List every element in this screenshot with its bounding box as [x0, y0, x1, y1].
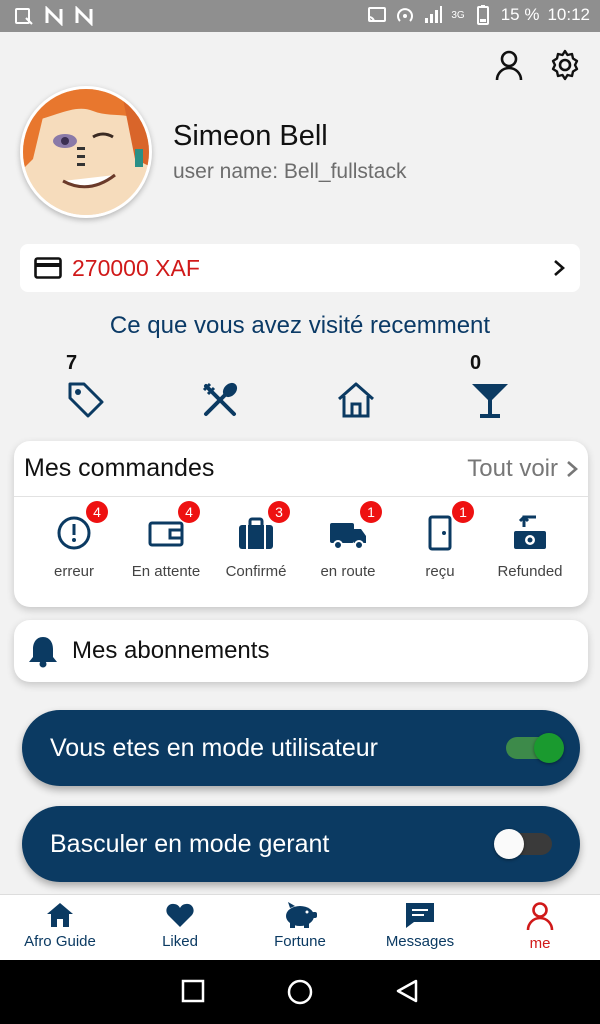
order-status-label: En attente — [131, 563, 201, 580]
piggy-bank-icon — [286, 902, 317, 928]
system-navigation-bar — [0, 960, 600, 1024]
recently-visited-title: Ce que vous avez visité recemment — [109, 312, 491, 339]
n-notification-icon — [45, 6, 63, 26]
order-count-badge: 4 — [178, 501, 200, 523]
order-count-badge: 4 — [86, 501, 108, 523]
cocktail-icon — [472, 384, 508, 418]
recently-visited-row: 7 0 — [0, 352, 600, 424]
nav-me[interactable]: me — [480, 901, 600, 952]
order-status-label: reçu — [425, 563, 455, 580]
profile-icon[interactable] — [492, 48, 526, 82]
user-full-name: Simeon Bell — [173, 120, 328, 152]
order-count-badge: 1 — [452, 501, 474, 523]
order-status-error[interactable]: 4 erreur — [28, 501, 120, 580]
nav-liked[interactable]: Liked — [120, 901, 240, 950]
subscriptions-row[interactable]: Mes abonnements — [14, 620, 588, 682]
order-status-confirmed[interactable]: 3 Confirmé — [210, 501, 302, 580]
avatar-image — [23, 89, 149, 215]
view-all-link[interactable]: Tout voir — [467, 455, 578, 483]
chevron-right-icon — [554, 260, 565, 276]
credit-card-icon — [34, 257, 62, 279]
heart-icon — [166, 903, 194, 927]
order-status-label: Confirmé — [225, 563, 287, 580]
order-status-refunded[interactable]: Refunded — [484, 513, 576, 580]
nav-label: Fortune — [274, 933, 326, 950]
visited-restaurants[interactable] — [200, 352, 260, 424]
screenshot-notification-icon — [15, 8, 33, 25]
bell-icon — [29, 637, 57, 668]
orders-title: Mes commandes — [24, 454, 215, 482]
visited-count: 0 — [470, 352, 482, 374]
clock: 10:12 — [547, 5, 590, 24]
utensils-icon — [202, 382, 238, 416]
visited-tags[interactable]: 7 — [66, 352, 126, 424]
nav-label: Messages — [385, 933, 455, 950]
message-icon — [406, 903, 434, 928]
battery-icon — [476, 5, 489, 25]
balance-row[interactable]: 270000 XAF — [20, 244, 580, 292]
switch-knob — [494, 829, 524, 859]
user-mode-toggle-row[interactable]: Vous etes en mode utilisateur — [22, 710, 580, 786]
nav-label: Liked — [162, 933, 198, 950]
order-status-pending[interactable]: 4 En attente — [120, 501, 212, 580]
user-mode-label: Vous etes en mode utilisateur — [50, 733, 378, 762]
order-status-received[interactable]: 1 reçu — [394, 501, 486, 580]
settings-gear-icon[interactable] — [548, 48, 582, 82]
hotspot-icon — [397, 8, 414, 22]
user-mode-switch[interactable] — [506, 733, 564, 763]
signal-icon — [425, 6, 443, 23]
visited-homes[interactable] — [336, 352, 396, 424]
refund-icon — [514, 515, 546, 549]
order-status-label: erreur — [53, 563, 94, 580]
recents-square-icon[interactable] — [180, 978, 206, 1004]
user-username: user name: Bell_fullstack — [173, 160, 407, 183]
nav-label: me — [529, 935, 551, 952]
bottom-navigation: Afro Guide Liked Fortune Messages me — [0, 894, 600, 960]
avatar[interactable] — [20, 86, 152, 218]
manager-mode-label: Basculer en mode gerant — [50, 829, 330, 858]
order-count-badge: 1 — [360, 501, 382, 523]
order-count-badge: 3 — [268, 501, 290, 523]
n-notification-icon-2 — [75, 6, 93, 26]
tag-icon — [68, 382, 104, 418]
order-status-label: Refunded — [497, 563, 563, 580]
view-all-label: Tout voir — [467, 454, 558, 482]
balance-value: 270000 XAF — [72, 254, 200, 281]
nav-label: Afro Guide — [24, 933, 96, 950]
manager-mode-toggle-row[interactable]: Basculer en mode gerant — [22, 806, 580, 882]
home-icon — [47, 903, 73, 927]
visited-bars[interactable]: 0 — [470, 352, 530, 424]
switch-knob — [534, 733, 564, 763]
orders-card: Mes commandes Tout voir 4 erreur 4 En at… — [14, 441, 588, 607]
network-type: 3G — [451, 9, 465, 21]
nav-fortune[interactable]: Fortune — [240, 901, 360, 950]
status-bar: 3G 15 % 10:12 — [0, 0, 600, 32]
home-icon — [338, 382, 374, 418]
nav-messages[interactable]: Messages — [360, 901, 480, 950]
home-circle-icon[interactable] — [286, 978, 314, 1006]
cast-icon — [368, 7, 387, 23]
user-icon — [526, 902, 554, 931]
order-status-in-transit[interactable]: 1 en route — [302, 501, 394, 580]
battery-level: 15 % — [500, 5, 540, 24]
visited-count: 7 — [66, 352, 78, 374]
manager-mode-switch[interactable] — [494, 829, 552, 859]
chevron-right-icon — [567, 460, 578, 477]
nav-afro-guide[interactable]: Afro Guide — [0, 901, 120, 950]
order-status-label: en route — [320, 563, 376, 580]
back-triangle-icon[interactable] — [394, 978, 420, 1004]
subscriptions-label: Mes abonnements — [72, 637, 270, 664]
